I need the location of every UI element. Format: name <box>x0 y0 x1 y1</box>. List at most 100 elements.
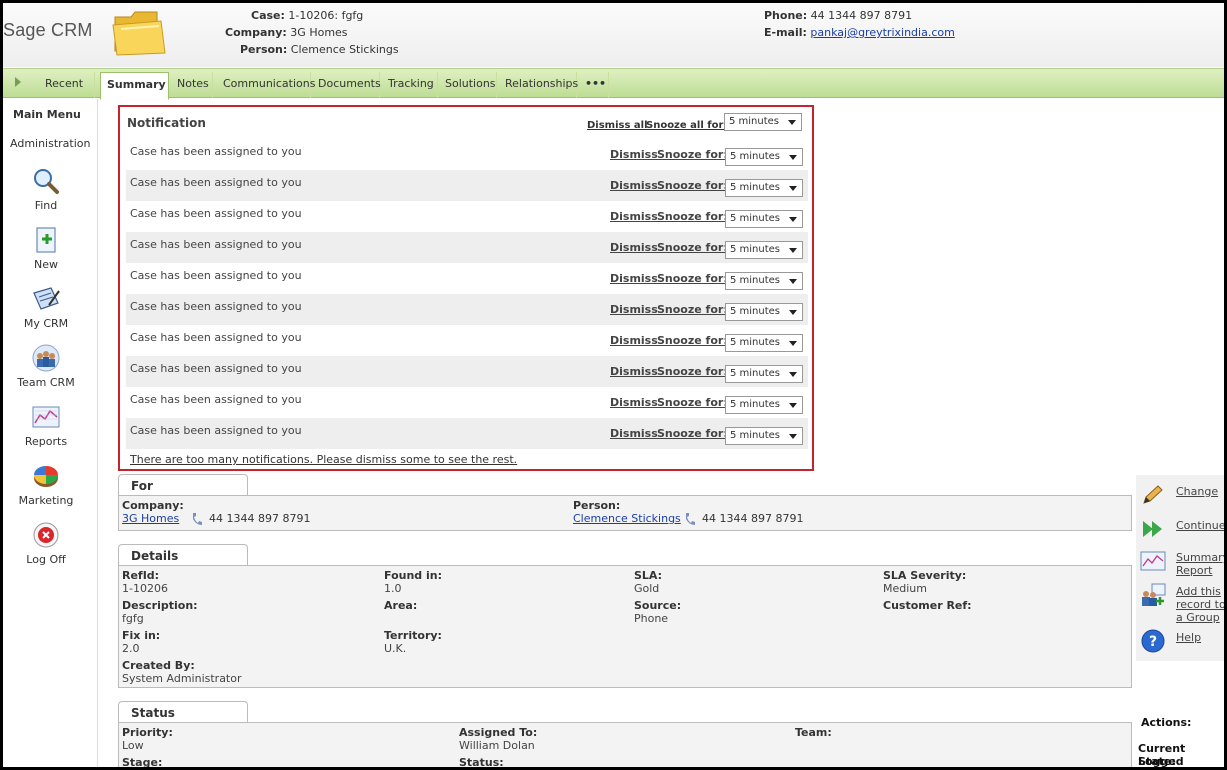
snooze-select[interactable]: 5 minutes <box>725 334 803 352</box>
recent-arrow-icon[interactable] <box>15 77 21 87</box>
field-source: Source: Phone <box>634 599 682 625</box>
for-panel-tab: For <box>118 474 248 496</box>
menu-my-crm[interactable]: My CRM <box>3 285 89 330</box>
details-panel <box>118 565 1132 688</box>
snooze-link[interactable]: Snooze for: <box>657 396 728 409</box>
snooze-select[interactable]: 5 minutes <box>725 303 803 321</box>
snooze-link[interactable]: Snooze for: <box>657 210 728 223</box>
menu-reports[interactable]: Reports <box>3 403 89 448</box>
snooze-select[interactable]: 5 minutes <box>725 365 803 383</box>
dismiss-link[interactable]: Dismiss <box>610 427 658 440</box>
details-panel-tab: Details <box>118 544 248 566</box>
chevron-down-icon <box>789 403 797 408</box>
snooze-all-select[interactable]: 5 minutes <box>724 113 802 131</box>
phone-icon[interactable] <box>684 512 696 526</box>
field-team: Team: <box>795 726 832 739</box>
snooze-link[interactable]: Snooze for: <box>657 179 728 192</box>
tab-more[interactable]: ••• <box>579 72 609 98</box>
snooze-select[interactable]: 5 minutes <box>725 179 803 197</box>
menu-find[interactable]: Find <box>3 167 89 212</box>
header-person: Person: Clemence Stickings <box>240 43 399 56</box>
tab-summary[interactable]: Summary <box>100 72 169 100</box>
notification-message: Case has been assigned to you <box>130 145 302 158</box>
current-state-value: Logged <box>1138 755 1184 768</box>
notification-message: Case has been assigned to you <box>130 424 302 437</box>
menu-log-off[interactable]: Log Off <box>3 521 89 566</box>
company-link[interactable]: 3G Homes <box>122 512 179 525</box>
chevron-down-icon <box>789 279 797 284</box>
notification-row: Case has been assigned to you Dismiss Sn… <box>126 356 808 387</box>
tab-communications[interactable]: Communications <box>217 72 315 98</box>
dismiss-link[interactable]: Dismiss <box>610 179 658 192</box>
menu-find-label: Find <box>34 199 58 212</box>
tab-relationships[interactable]: Relationships <box>499 72 578 98</box>
notification-title: Notification <box>127 116 206 130</box>
snooze-link[interactable]: Snooze for: <box>657 241 728 254</box>
notification-row: Case has been assigned to you Dismiss Sn… <box>126 418 808 449</box>
pencil-icon <box>1143 485 1163 504</box>
app-logo: Sage CRM <box>3 20 93 40</box>
header-phone: Phone: 44 1344 897 8791 <box>764 9 913 22</box>
company-phone: 44 1344 897 8791 <box>191 512 310 526</box>
snooze-select[interactable]: 5 minutes <box>725 272 803 290</box>
menu-marketing[interactable]: Marketing <box>3 462 89 507</box>
dismiss-all-link[interactable]: Dismiss all <box>587 120 648 131</box>
email-link[interactable]: pankaj@greytrixindia.com <box>810 26 954 39</box>
dismiss-link[interactable]: Dismiss <box>610 396 658 409</box>
snooze-link[interactable]: Snooze for: <box>657 148 728 161</box>
tab-solutions[interactable]: Solutions <box>439 72 497 98</box>
field-status: Status: <box>459 756 504 769</box>
too-many-notifications-link[interactable]: There are too many notifications. Please… <box>130 453 517 466</box>
dismiss-link[interactable]: Dismiss <box>610 334 658 347</box>
snooze-select[interactable]: 5 minutes <box>725 427 803 445</box>
field-found-in: Found in: 1.0 <box>384 569 442 595</box>
snooze-link[interactable]: Snooze for: <box>657 365 728 378</box>
menu-team-crm-label: Team CRM <box>17 376 75 389</box>
tab-bar: Recent Summary Notes Communications Docu… <box>3 68 1224 100</box>
snooze-select[interactable]: 5 minutes <box>725 210 803 228</box>
new-document-icon <box>36 227 56 253</box>
menu-my-crm-label: My CRM <box>23 317 69 330</box>
notification-message: Case has been assigned to you <box>130 176 302 189</box>
my-crm-icon <box>33 287 60 310</box>
snooze-link[interactable]: Snooze for: <box>657 427 728 440</box>
snooze-select[interactable]: 5 minutes <box>725 396 803 414</box>
actions-label: Actions: <box>1141 716 1192 729</box>
dismiss-link[interactable]: Dismiss <box>610 241 658 254</box>
snooze-link[interactable]: Snooze for: <box>657 303 728 316</box>
menu-new[interactable]: New <box>3 226 89 271</box>
tab-documents[interactable]: Documents <box>312 72 381 98</box>
menu-administration[interactable]: Administration <box>10 137 91 150</box>
notification-panel: Notification Dismiss all Snooze all for:… <box>118 105 814 471</box>
snooze-all-link[interactable]: Snooze all for: <box>646 120 727 131</box>
notification-row: Case has been assigned to you Dismiss Sn… <box>126 139 808 170</box>
svg-text:?: ? <box>1149 634 1157 650</box>
snooze-select[interactable]: 5 minutes <box>725 241 803 259</box>
person-link[interactable]: Clemence Stickings <box>573 512 681 525</box>
field-customer-ref: Customer Ref: <box>883 599 972 612</box>
dismiss-link[interactable]: Dismiss <box>610 365 658 378</box>
snooze-link[interactable]: Snooze for: <box>657 272 728 285</box>
phone-icon[interactable] <box>191 512 203 526</box>
menu-team-crm[interactable]: Team CRM <box>3 344 89 389</box>
notification-row: Case has been assigned to you Dismiss Sn… <box>126 263 808 294</box>
report-chart-icon <box>1140 551 1166 571</box>
tab-tracking[interactable]: Tracking <box>382 72 438 98</box>
chevron-down-icon <box>789 341 797 346</box>
notification-message: Case has been assigned to you <box>130 331 302 344</box>
dismiss-link[interactable]: Dismiss <box>610 148 658 161</box>
notification-row: Case has been assigned to you Dismiss Sn… <box>126 232 808 263</box>
notification-row: Case has been assigned to you Dismiss Sn… <box>126 387 808 418</box>
tab-recent[interactable]: Recent <box>35 72 95 98</box>
menu-marketing-label: Marketing <box>18 494 74 507</box>
menu-reports-label: Reports <box>24 435 68 448</box>
dismiss-link[interactable]: Dismiss <box>610 303 658 316</box>
dismiss-link[interactable]: Dismiss <box>610 210 658 223</box>
dismiss-link[interactable]: Dismiss <box>610 272 658 285</box>
add-group-icon <box>1142 583 1166 606</box>
field-area: Area: <box>384 599 418 612</box>
status-panel-tab: Status <box>118 701 248 723</box>
tab-notes[interactable]: Notes <box>171 72 213 98</box>
snooze-select[interactable]: 5 minutes <box>725 148 803 166</box>
snooze-link[interactable]: Snooze for: <box>657 334 728 347</box>
